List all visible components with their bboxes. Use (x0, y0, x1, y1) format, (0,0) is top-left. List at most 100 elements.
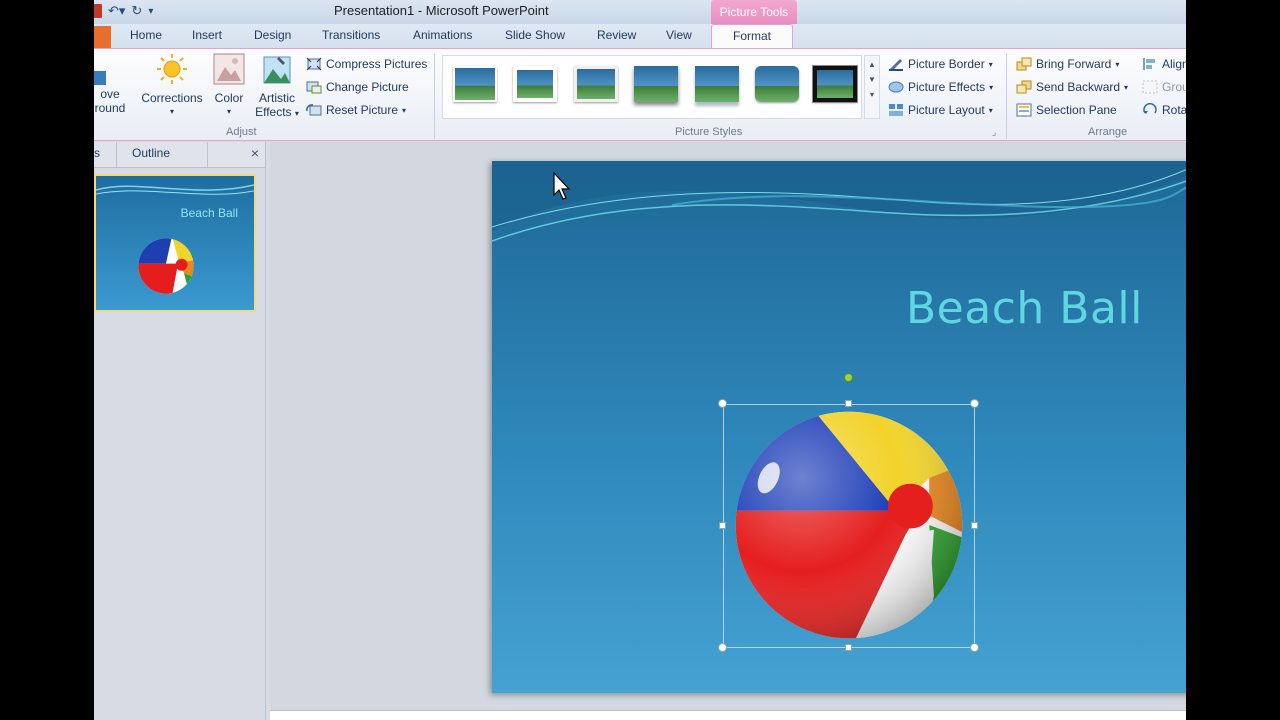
picture-style-option[interactable] (513, 66, 557, 102)
slide-thumbnail-1[interactable]: Beach Ball (94, 174, 256, 312)
reset-picture-button[interactable]: Reset Picture ▾ (306, 101, 406, 119)
send-backward-icon (1016, 80, 1032, 94)
undo-icon[interactable]: ↶▾ (108, 3, 125, 19)
file-tab[interactable] (94, 26, 111, 48)
send-backward-button[interactable]: Send Backward ▾ (1016, 78, 1128, 96)
quick-access-toolbar: ↶▾ ↻ ▾ (94, 2, 153, 20)
rotate-icon (1143, 103, 1157, 114)
compress-pictures-button[interactable]: Compress Pictures (306, 55, 427, 73)
picture-layout-button[interactable]: Picture Layout ▾ (888, 101, 993, 119)
resize-handle[interactable] (970, 643, 979, 652)
slide-title[interactable]: Beach Ball (906, 283, 1143, 334)
picture-style-option[interactable] (574, 66, 618, 102)
slide-editing-area: Beach Ball (270, 142, 1186, 720)
notes-pane[interactable] (270, 710, 1186, 720)
rotation-handle[interactable] (844, 373, 853, 382)
picture-styles-gallery (442, 55, 862, 119)
bring-forward-icon (1016, 57, 1032, 71)
picture-style-option[interactable] (634, 66, 678, 102)
color-button[interactable]: Color ▾ (211, 53, 247, 119)
selection-pane-label: Selection Pane (1036, 103, 1117, 117)
selection-pane-icon (1016, 103, 1032, 117)
dialog-launcher-icon[interactable]: ⌟ (992, 127, 996, 138)
picture-style-option[interactable] (453, 66, 497, 102)
change-picture-button[interactable]: Change Picture (306, 78, 409, 96)
chevron-down-icon: ▾ (1115, 59, 1120, 69)
chevron-down-icon: ▾ (988, 59, 993, 69)
align-button[interactable]: Align (1142, 55, 1186, 73)
resize-handle[interactable] (719, 522, 726, 529)
reset-picture-icon (306, 104, 322, 116)
slide-canvas[interactable]: Beach Ball (492, 161, 1186, 693)
close-icon[interactable]: × (251, 145, 259, 161)
artistic-effects-button[interactable]: Artistic Effects ▾ (253, 53, 301, 121)
change-picture-label: Change Picture (326, 80, 409, 94)
group-button[interactable]: Grou (1142, 78, 1186, 96)
group-divider (434, 53, 435, 139)
tab-insert[interactable]: Insert (192, 28, 222, 42)
tab-outline[interactable]: Outline (132, 146, 170, 160)
scroll-up-icon[interactable]: ▲ (865, 60, 879, 69)
ribbon-tab-row: Home Insert Design Transitions Animation… (94, 24, 1186, 49)
tab-slides[interactable]: s (94, 146, 100, 160)
pencil-icon (889, 59, 903, 71)
color-icon (213, 53, 245, 85)
tab-home[interactable]: Home (130, 28, 162, 42)
selection-pane-button[interactable]: Selection Pane (1016, 101, 1117, 119)
remove-background-button[interactable]: ove round (94, 53, 128, 115)
tab-review[interactable]: Review (597, 28, 636, 42)
tab-design[interactable]: Design (254, 28, 291, 42)
picture-border-label: Picture Border (908, 57, 985, 71)
resize-handle[interactable] (970, 399, 979, 408)
resize-handle[interactable] (845, 400, 852, 407)
align-icon (1143, 58, 1155, 70)
mouse-cursor-icon (553, 172, 571, 200)
align-label: Align (1162, 57, 1186, 71)
bring-forward-button[interactable]: Bring Forward ▾ (1016, 55, 1119, 73)
window-title: Presentation1 - Microsoft PowerPoint (334, 3, 549, 18)
panel-tabs: s Outline × (94, 142, 265, 168)
chevron-down-icon: ▾ (402, 105, 407, 115)
picture-border-button[interactable]: Picture Border ▾ (888, 55, 993, 73)
thumbnail-title: Beach Ball (180, 206, 238, 220)
picture-style-option[interactable] (755, 66, 799, 102)
tab-transitions[interactable]: Transitions (322, 28, 380, 42)
tab-slide-show[interactable]: Slide Show (505, 28, 565, 42)
scroll-down-icon[interactable]: ▼ (865, 75, 879, 84)
picture-layout-label: Picture Layout (908, 103, 985, 117)
artistic-label-1: Artistic (259, 91, 295, 105)
tab-view[interactable]: View (666, 28, 692, 42)
effects-icon (888, 81, 904, 93)
send-backward-label: Send Backward (1036, 80, 1121, 94)
resize-handle[interactable] (971, 522, 978, 529)
picture-style-option[interactable] (812, 65, 858, 103)
rotate-button[interactable]: Rota (1142, 101, 1186, 119)
resize-handle[interactable] (718, 643, 727, 652)
customize-qat-icon[interactable]: ▾ (148, 6, 153, 17)
gallery-scrollbar[interactable]: ▲ ▼ ▾ (864, 55, 880, 119)
slides-outline-panel: s Outline × Beach Ball (94, 142, 266, 720)
picture-style-option[interactable] (695, 66, 739, 102)
resize-handle[interactable] (845, 644, 852, 651)
corrections-label: Corrections (141, 91, 203, 105)
reset-picture-label: Reset Picture (326, 103, 399, 117)
gallery-more-icon[interactable]: ▾ (865, 90, 879, 99)
powerpoint-logo-icon (94, 4, 102, 18)
sun-icon (157, 54, 187, 84)
tab-animations[interactable]: Animations (413, 28, 472, 42)
arrange-group-label: Arrange (1088, 126, 1128, 138)
adjust-group-label: Adjust (226, 126, 257, 138)
picture-tools-context-label: Picture Tools (711, 0, 797, 24)
corrections-button[interactable]: Corrections ▾ (138, 53, 206, 119)
tab-format[interactable]: Format (711, 24, 794, 49)
group-label: Grou (1162, 80, 1186, 94)
bring-forward-label: Bring Forward (1036, 57, 1112, 71)
resize-handle[interactable] (718, 399, 727, 408)
redo-icon[interactable]: ↻ (131, 3, 142, 19)
beach-ball-thumbnail-image (138, 238, 194, 294)
chevron-down-icon: ▾ (226, 107, 231, 116)
group-icon (1142, 80, 1158, 94)
powerpoint-window: ↶▾ ↻ ▾ Presentation1 - Microsoft PowerPo… (94, 0, 1186, 720)
selection-frame (723, 404, 975, 648)
picture-effects-button[interactable]: Picture Effects ▾ (888, 78, 993, 96)
